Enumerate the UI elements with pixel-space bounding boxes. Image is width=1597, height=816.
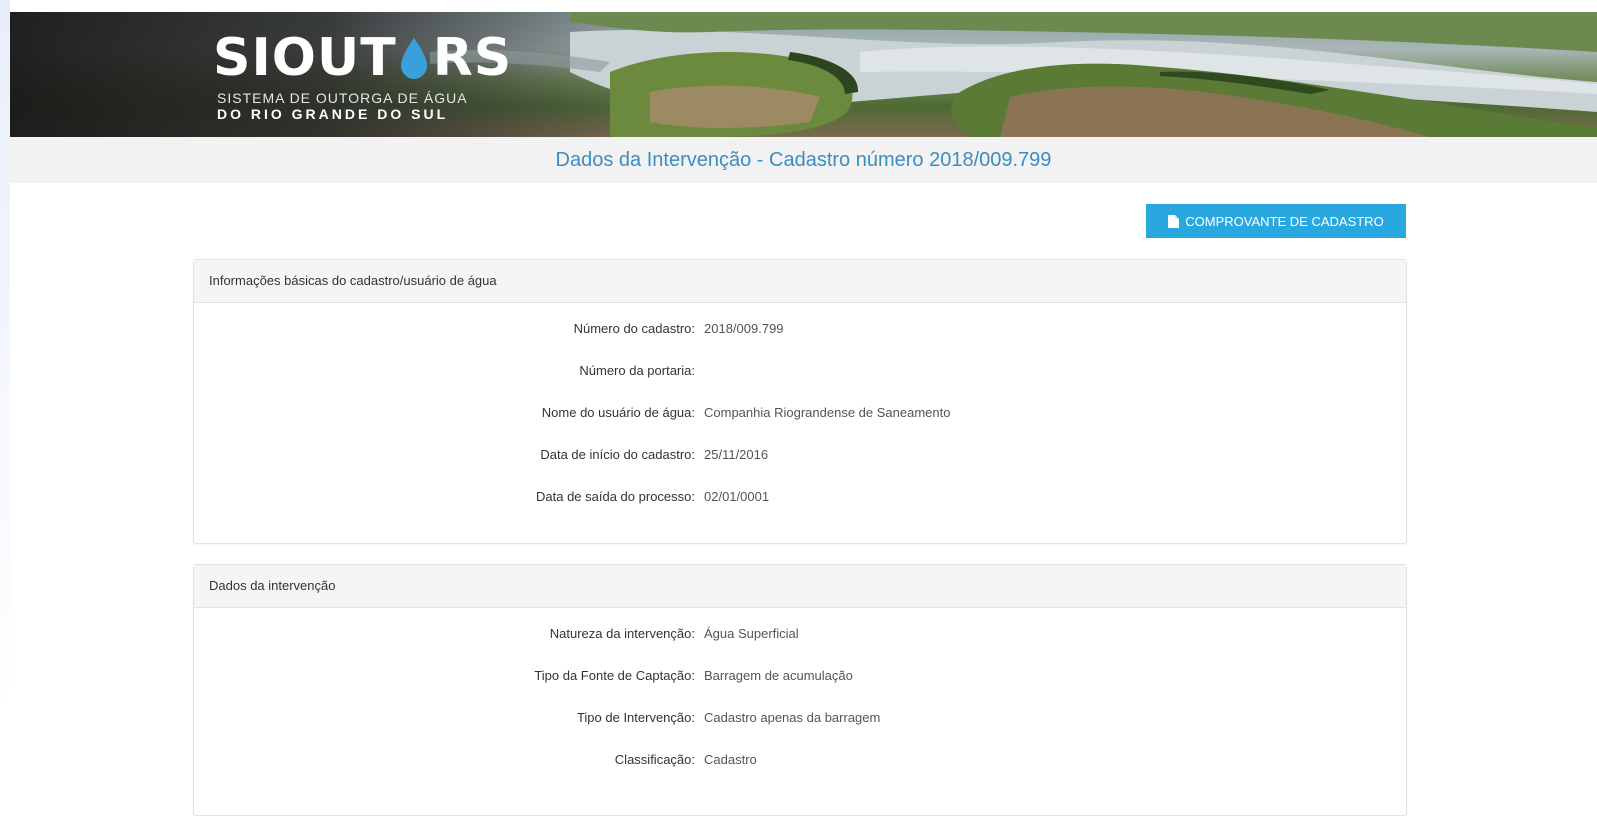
field-value: Companhia Riograndense de Saneamento: [704, 405, 951, 420]
field-label: Número do cadastro:: [573, 321, 695, 336]
logo-title: SIOUT RS: [213, 30, 512, 86]
field-row-nature: Natureza da intervenção: Água Superficia…: [194, 623, 1406, 645]
file-icon: [1168, 214, 1180, 228]
logo-title-left: SIOUT: [213, 28, 397, 88]
page-title: Dados da Intervenção - Cadastro número 2…: [555, 149, 1052, 171]
field-label: Nome do usuário de água:: [541, 405, 695, 420]
field-row-ordinance-number: Número da portaria:: [194, 360, 1406, 382]
field-value: 2018/009.799: [704, 321, 784, 336]
intervention-heading: Dados da intervenção: [194, 565, 1406, 608]
page: SIOUT RS SISTEMA DE OUTORGA DE ÁGUA DO RI…: [10, 0, 1597, 816]
field-row-source-type: Tipo da Fonte de Captação: Barragem de a…: [194, 665, 1406, 687]
intervention-panel: Dados da intervenção Natureza da interve…: [193, 564, 1407, 816]
field-row-start-date: Data de início do cadastro: 25/11/2016: [194, 444, 1406, 466]
field-label: Natureza da intervenção:: [549, 626, 695, 641]
siout-rs-logo: SIOUT RS SISTEMA DE OUTORGA DE ÁGUA DO RI…: [213, 30, 533, 130]
field-label: Tipo da Fonte de Captação:: [534, 668, 695, 683]
logo-subtitle-1: SISTEMA DE OUTORGA DE ÁGUA: [217, 90, 468, 106]
field-label: Tipo de Intervenção:: [576, 710, 695, 725]
field-value: Cadastro apenas da barragem: [704, 710, 881, 725]
field-value: 02/01/0001: [704, 489, 770, 504]
receipt-button-label: COMPROVANTE DE CADASTRO: [1185, 213, 1384, 229]
field-row-intervention-type: Tipo de Intervenção: Cadastro apenas da …: [194, 707, 1406, 729]
water-drop-icon: [397, 30, 433, 86]
field-row-water-user-name: Nome do usuário de água: Companhia Riogr…: [194, 402, 1406, 424]
receipt-button[interactable]: COMPROVANTE DE CADASTRO: [1146, 204, 1406, 238]
field-label: Classificação:: [614, 752, 695, 767]
logo-title-right: RS: [432, 28, 513, 88]
field-label: Data de saída do processo:: [536, 489, 695, 504]
field-value: Cadastro: [704, 752, 757, 767]
field-label: Número da portaria:: [579, 363, 695, 378]
logo-subtitle-2: DO RIO GRANDE DO SUL: [217, 106, 449, 122]
basic-info-panel: Informações básicas do cadastro/usuário …: [193, 259, 1407, 544]
page-title-bar: Dados da Intervenção - Cadastro número 2…: [10, 137, 1597, 183]
field-row-classification: Classificação: Cadastro: [194, 749, 1406, 771]
field-row-exit-date: Data de saída do processo: 02/01/0001: [194, 486, 1406, 508]
header-banner: SIOUT RS SISTEMA DE OUTORGA DE ÁGUA DO RI…: [10, 12, 1597, 137]
field-value: 25/11/2016: [704, 447, 769, 462]
basic-info-heading: Informações básicas do cadastro/usuário …: [194, 260, 1406, 303]
field-row-registration-number: Número do cadastro: 2018/009.799: [194, 318, 1406, 340]
field-value: Água Superficial: [704, 626, 799, 641]
field-label: Data de início do cadastro:: [540, 447, 695, 462]
field-value: Barragem de acumulação: [704, 668, 853, 683]
